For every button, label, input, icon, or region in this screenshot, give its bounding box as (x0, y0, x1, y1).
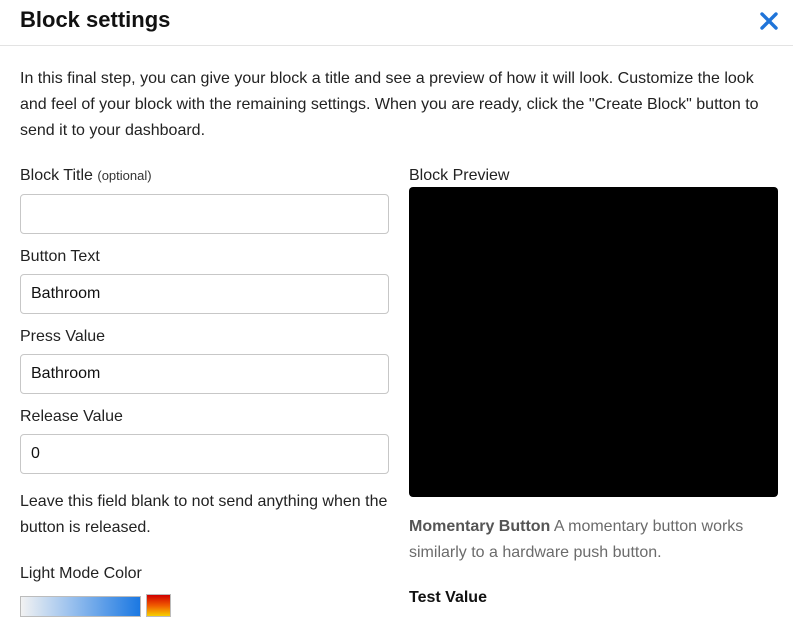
button-text-input[interactable] (20, 274, 389, 314)
block-type-description: Momentary Button A momentary button work… (409, 514, 779, 566)
press-value-input[interactable] (20, 354, 389, 394)
press-value-label: Press Value (20, 328, 106, 345)
close-icon (760, 12, 778, 30)
heat-color-swatch[interactable] (146, 594, 171, 617)
release-value-input[interactable] (20, 434, 389, 474)
block-type-name: Momentary Button (409, 518, 551, 535)
release-value-help: Leave this field blank to not send anyth… (20, 493, 388, 536)
test-value-title: Test Value (409, 589, 487, 606)
block-title-label-text: Block Title (20, 167, 93, 184)
light-mode-gradient-swatch[interactable] (20, 596, 141, 617)
block-preview (409, 187, 778, 497)
button-text-label: Button Text (20, 248, 100, 265)
block-title-input[interactable] (20, 194, 389, 234)
block-title-label: Block Title (optional) (20, 167, 152, 185)
intro-text: In this final step, you can give your bl… (20, 70, 759, 139)
block-preview-label: Block Preview (409, 167, 510, 184)
modal-title: Block settings (20, 7, 171, 32)
modal-header: Block settings (0, 0, 793, 46)
release-value-label: Release Value (20, 408, 123, 425)
block-settings-modal: Block settings In this final step, you c… (0, 0, 793, 617)
optional-hint: (optional) (97, 168, 152, 183)
close-button[interactable] (756, 8, 782, 34)
light-mode-color-label: Light Mode Color (20, 565, 142, 582)
